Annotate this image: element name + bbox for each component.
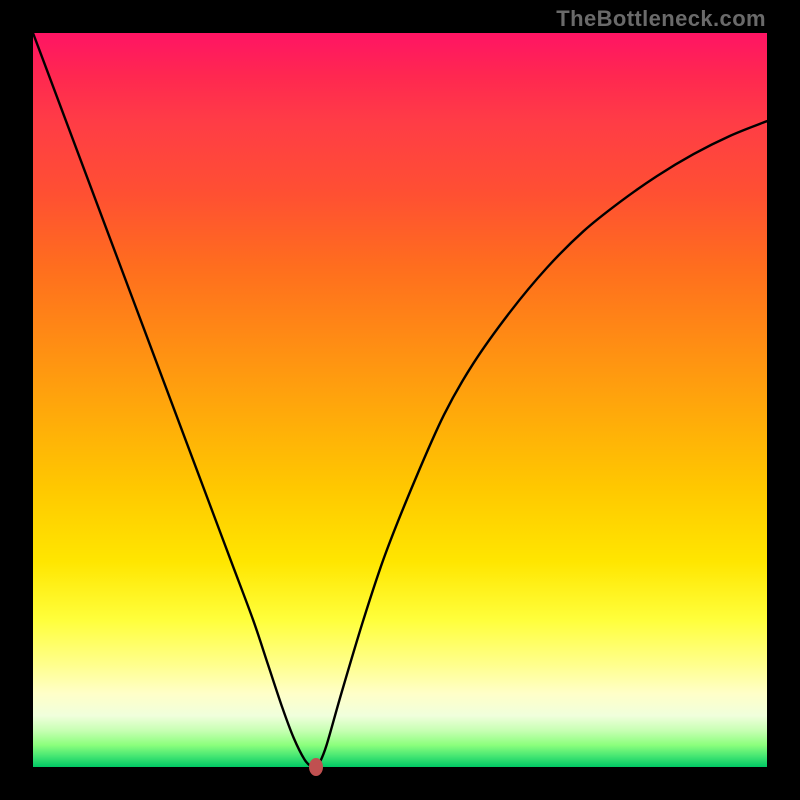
watermark-text: TheBottleneck.com [556,6,766,32]
chart-frame: TheBottleneck.com [0,0,800,800]
bottleneck-curve [33,33,767,767]
plot-area [33,33,767,767]
minimum-marker [309,758,323,776]
